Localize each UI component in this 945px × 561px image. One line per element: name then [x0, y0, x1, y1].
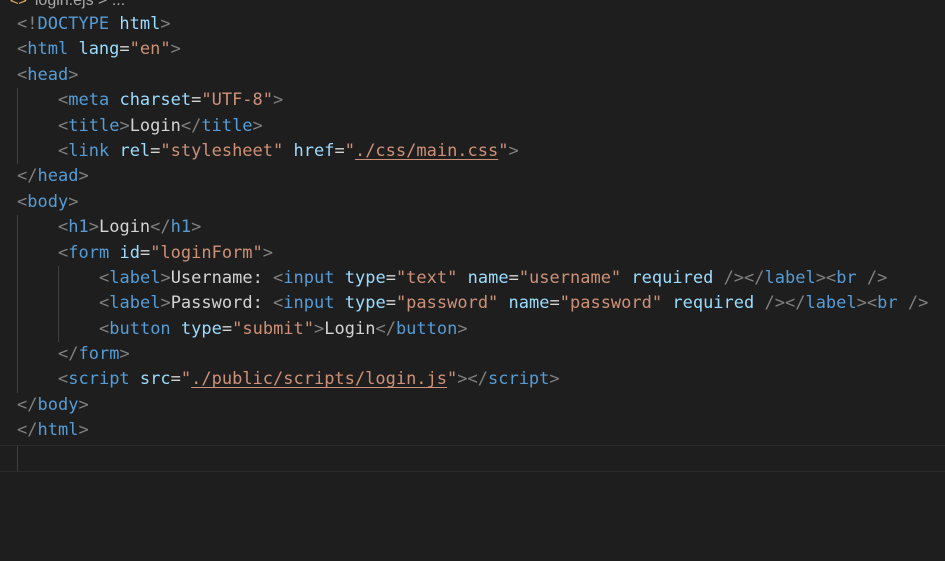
- code-token: Username:: [170, 267, 274, 288]
- breadcrumb-file[interactable]: login.ejs: [35, 0, 94, 9]
- code-line[interactable]: <h1>Login</h1>: [0, 215, 945, 241]
- code-token: meta: [68, 90, 110, 111]
- code-editor[interactable]: <!DOCTYPE html> <html lang="en"> <head> …: [0, 12, 945, 472]
- code-token: label: [109, 267, 161, 288]
- code-token: "en": [129, 39, 171, 60]
- indent-guide: [58, 316, 59, 343]
- indent-guide: [58, 291, 59, 317]
- indent-guide: [17, 88, 18, 114]
- code-token: id: [119, 242, 140, 263]
- indent-guide: [58, 265, 59, 292]
- breadcrumb[interactable]: <> login.ejs > ...: [10, 0, 125, 11]
- code-line[interactable]: <form id="loginForm">: [0, 240, 945, 266]
- code-token: br: [836, 267, 857, 288]
- code-token: head: [27, 64, 69, 85]
- code-token: "password": [559, 293, 663, 314]
- code-token: label: [764, 267, 816, 288]
- code-line[interactable]: <html lang="en">: [0, 37, 945, 62]
- code-line[interactable]: <button type="submit">Login</button>: [0, 316, 945, 343]
- code-line[interactable]: <script src="./public/scripts/login.js">…: [0, 367, 945, 393]
- indent-guide: [17, 265, 18, 292]
- code-token: "username": [518, 267, 622, 288]
- code-line[interactable]: <link rel="stylesheet" href="./css/main.…: [0, 138, 945, 165]
- code-token: br: [877, 293, 898, 314]
- code-token: "password": [395, 293, 499, 314]
- code-token: Login: [98, 217, 151, 238]
- code-line[interactable]: <label>Username: <input type="text" name…: [0, 265, 945, 292]
- code-token: required: [672, 293, 755, 314]
- code-token: "UTF-8": [201, 90, 274, 111]
- code-token: "text": [395, 267, 458, 288]
- code-token: Login: [324, 318, 376, 339]
- code-token: button: [109, 318, 171, 339]
- code-token: rel: [119, 140, 151, 161]
- code-token: "submit": [232, 318, 315, 339]
- code-token: "loginForm": [150, 242, 263, 263]
- cursor-line-edge: [17, 445, 18, 471]
- breadcrumb-ellipsis[interactable]: ...: [112, 0, 125, 9]
- code-token: <!: [17, 14, 38, 34]
- code-token: script: [68, 369, 130, 390]
- code-token: body: [37, 394, 79, 415]
- code-token: head: [37, 166, 79, 187]
- code-link[interactable]: ./css/main.css: [355, 141, 498, 161]
- code-token: title: [68, 115, 120, 136]
- code-token: required: [631, 267, 714, 288]
- code-token: h1: [170, 217, 192, 238]
- code-token: label: [109, 293, 161, 314]
- code-line[interactable]: <!DOCTYPE html>: [0, 12, 945, 37]
- code-token: link: [68, 140, 110, 161]
- code-token: input: [283, 293, 335, 314]
- code-token: charset: [119, 90, 192, 111]
- indent-guide: [17, 316, 18, 343]
- indent-guide: [17, 342, 18, 368]
- breadcrumb-separator: >: [98, 0, 108, 9]
- code-token: form: [68, 242, 110, 263]
- code-token: src: [139, 369, 171, 390]
- indent-guide: [17, 240, 18, 266]
- code-token: html: [119, 14, 161, 34]
- code-token: DOCTYPE: [37, 14, 110, 34]
- indent-guide: [17, 113, 18, 139]
- code-line[interactable]: </head>: [0, 164, 945, 189]
- code-token: script: [487, 369, 550, 390]
- code-line[interactable]: <meta charset="UTF-8">: [0, 88, 945, 114]
- code-token: body: [27, 191, 69, 212]
- code-token: label: [805, 293, 857, 314]
- code-token: name: [467, 267, 509, 288]
- code-line[interactable]: <body>: [0, 190, 945, 215]
- code-token: html: [37, 420, 79, 441]
- code-token: input: [283, 267, 335, 288]
- code-line[interactable]: <label>Password: <input type="password" …: [0, 291, 945, 317]
- html-file-icon: <>: [10, 0, 27, 9]
- code-token: button: [395, 318, 458, 339]
- code-token: lang: [78, 39, 120, 60]
- indent-guide: [17, 367, 18, 393]
- code-line[interactable]: </body>: [0, 393, 945, 418]
- current-line[interactable]: [0, 444, 945, 472]
- code-line[interactable]: <head>: [0, 63, 945, 88]
- indent-guide: [17, 291, 18, 317]
- code-token: Login: [129, 115, 181, 136]
- code-token: type: [344, 293, 386, 314]
- code-token: h1: [68, 217, 89, 238]
- code-link[interactable]: ./public/scripts/login.js: [191, 369, 447, 389]
- code-token: html: [27, 39, 69, 60]
- code-line[interactable]: </html>: [0, 418, 945, 443]
- code-token: name: [508, 293, 550, 314]
- indent-guide: [17, 138, 18, 165]
- code-token: form: [78, 344, 120, 365]
- code-token: Password:: [170, 293, 274, 314]
- code-token: type: [180, 318, 222, 339]
- code-token: title: [201, 115, 253, 136]
- code-line[interactable]: </form>: [0, 342, 945, 368]
- code-token: "stylesheet": [160, 140, 284, 161]
- code-token: href: [293, 140, 335, 161]
- code-line[interactable]: <title>Login</title>: [0, 113, 945, 139]
- code-token: type: [344, 267, 386, 288]
- indent-guide: [17, 215, 18, 241]
